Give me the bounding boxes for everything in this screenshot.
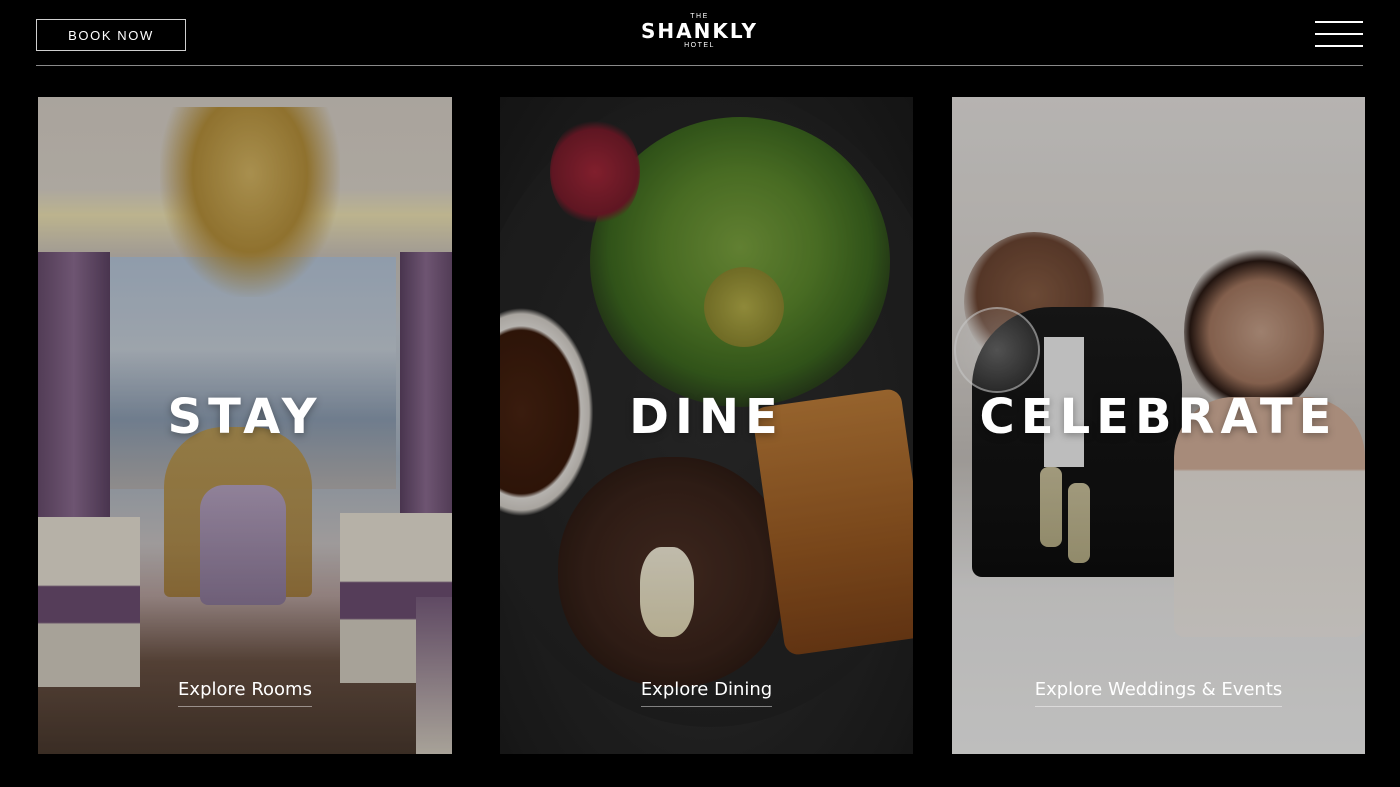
explore-rooms-link[interactable]: Explore Rooms (178, 679, 312, 707)
stay-card[interactable]: STAY Explore Rooms (38, 97, 452, 754)
explore-weddings-link[interactable]: Explore Weddings & Events (1034, 679, 1283, 707)
explore-weddings-link-wrap: Explore Weddings & Events (952, 679, 1365, 707)
celebrate-card[interactable]: CELEBRATE Explore Weddings & Events (952, 97, 1365, 754)
explore-dining-link[interactable]: Explore Dining (640, 679, 773, 707)
site-header: BOOK NOW THE SHANKLY HOTEL (36, 0, 1363, 66)
hotel-logo[interactable]: THE SHANKLY HOTEL (641, 13, 758, 49)
stay-title: STAY (167, 389, 323, 445)
logo-name: SHANKLY (641, 19, 758, 43)
logo-hotel: HOTEL (684, 42, 715, 49)
explore-rooms-link-wrap: Explore Rooms (38, 679, 452, 707)
dine-title: DINE (629, 389, 784, 445)
explore-dining-link-wrap: Explore Dining (500, 679, 913, 707)
book-now-button[interactable]: BOOK NOW (36, 19, 186, 51)
celebrate-title: CELEBRATE (979, 389, 1338, 445)
hamburger-menu-icon[interactable] (1315, 20, 1363, 48)
dine-card[interactable]: DINE Explore Dining (500, 97, 913, 754)
